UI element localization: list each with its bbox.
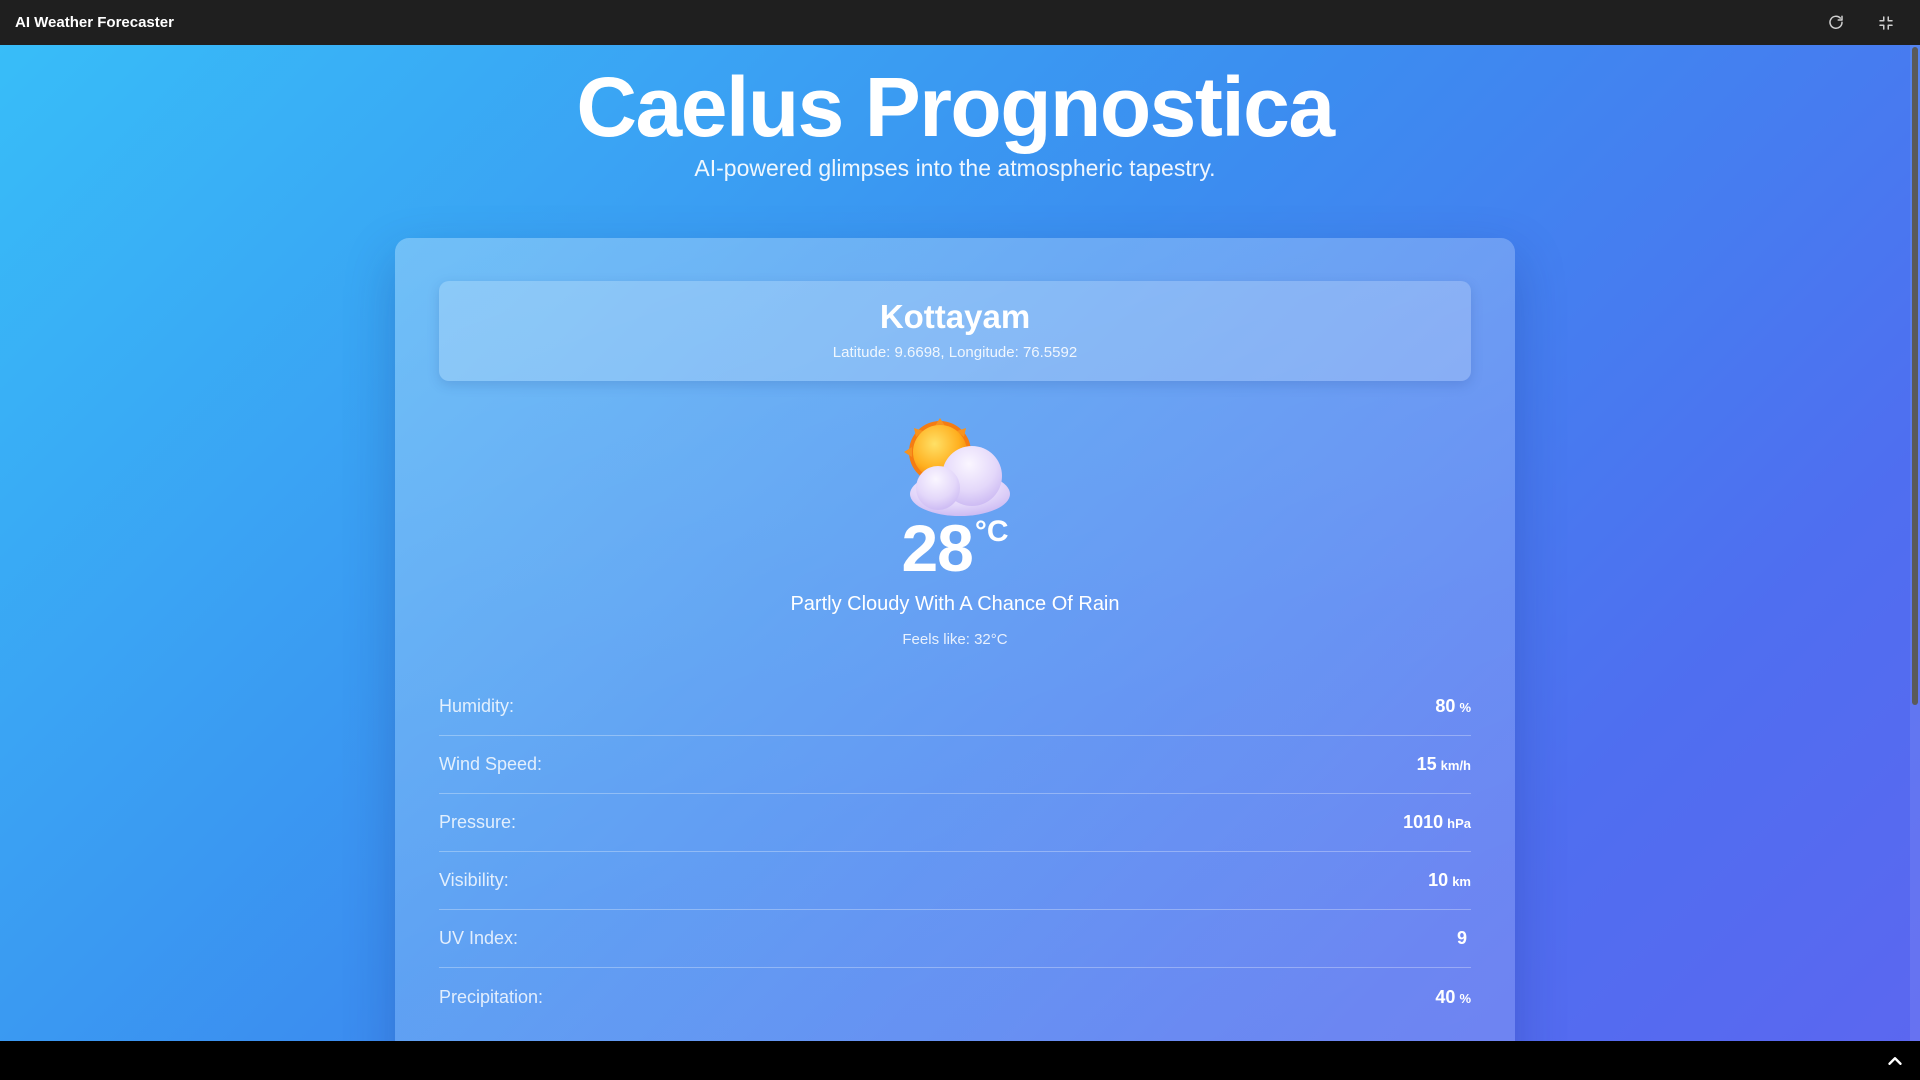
main-content[interactable]: Caelus Prognostica AI-powered glimpses i…: [0, 45, 1920, 1041]
metric-row-wind-speed: Wind Speed: 15 km/h: [439, 736, 1471, 794]
weather-condition: Partly Cloudy With A Chance Of Rain: [790, 593, 1120, 615]
metric-row-uv-index: UV Index: 9: [439, 910, 1471, 968]
page-subtitle: AI-powered glimpses into the atmospheric…: [694, 155, 1216, 181]
scrollbar[interactable]: [1910, 45, 1920, 1041]
weather-card: Kottayam Latitude: 9.6698, Longitude: 76…: [395, 238, 1515, 1041]
metrics-list: Humidity: 80% Wind Speed: 15 km/h Pressur…: [439, 678, 1471, 1026]
metric-row-visibility: Visibility: 10 km: [439, 852, 1471, 910]
bottom-bar: [0, 1041, 1920, 1080]
metric-value: 9: [1456, 928, 1467, 948]
metric-label: Humidity:: [439, 696, 515, 716]
app-title: AI Weather Forecaster: [15, 14, 174, 31]
metric-value: 40%: [1435, 986, 1471, 1007]
location-panel: Kottayam Latitude: 9.6698, Longitude: 76…: [439, 281, 1471, 381]
metric-row-pressure: Pressure: 1010 hPa: [439, 794, 1471, 852]
metric-value: 1010 hPa: [1403, 812, 1471, 832]
page-title: Caelus Prognostica: [576, 60, 1335, 154]
metric-value: 15 km/h: [1416, 754, 1471, 774]
temperature-display: 28°C: [395, 510, 1515, 586]
metric-label: Pressure:: [439, 812, 517, 832]
location-name: Kottayam: [879, 298, 1031, 335]
title-bar: AI Weather Forecaster: [0, 0, 1920, 45]
window-actions: [1825, 12, 1897, 34]
metric-label: Precipitation:: [439, 986, 544, 1007]
metric-value: 80%: [1435, 696, 1471, 716]
metric-row-precipitation: Precipitation: 40%: [439, 968, 1471, 1026]
metric-row-humidity: Humidity: 80%: [439, 678, 1471, 736]
metric-label: Wind Speed:: [439, 754, 543, 774]
scrollbar-thumb[interactable]: [1912, 47, 1918, 705]
temperature-unit: °C: [974, 515, 1009, 548]
metric-value: 10 km: [1428, 870, 1471, 890]
partly-cloudy-icon: [904, 418, 1010, 516]
metric-label: Visibility:: [439, 870, 509, 890]
location-coordinates: Latitude: 9.6698, Longitude: 76.5592: [832, 344, 1078, 361]
refresh-icon[interactable]: [1825, 12, 1847, 34]
feels-like: Feels like: 32°C: [902, 631, 1008, 648]
metric-label: UV Index:: [439, 928, 519, 948]
minimize-icon[interactable]: [1875, 12, 1897, 34]
chevron-up-icon[interactable]: [1884, 1050, 1906, 1072]
temperature-value: 28: [901, 511, 973, 585]
